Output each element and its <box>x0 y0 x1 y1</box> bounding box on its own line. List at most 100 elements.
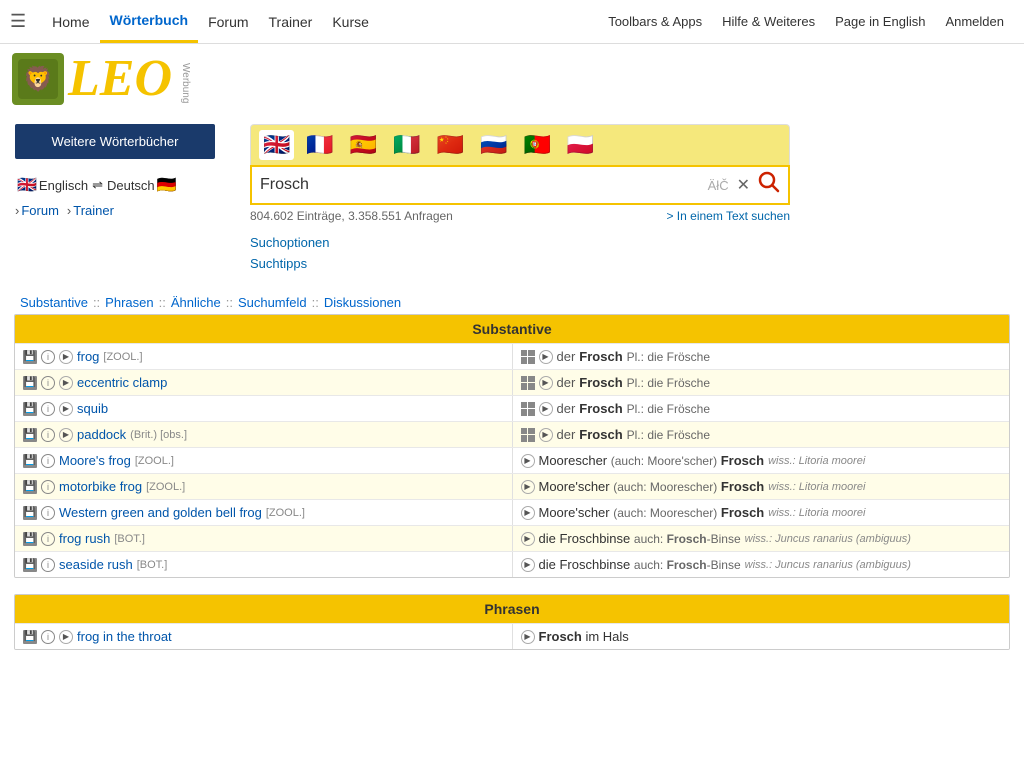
word-en[interactable]: seaside rush <box>59 557 133 572</box>
sep4: :: <box>312 295 319 310</box>
nav-hilfe[interactable]: Hilfe & Weiteres <box>712 2 825 41</box>
info-icon[interactable]: i <box>41 532 55 546</box>
language-selector: 🇬🇧 Englisch ⇌ Deutsch 🇩🇪 <box>0 171 230 199</box>
play-de-icon[interactable]: ▶ <box>539 402 553 416</box>
nav-woerterbuch[interactable]: Wörterbuch <box>100 0 199 43</box>
play-de-icon[interactable]: ▶ <box>521 506 535 520</box>
lang-from: Englisch <box>39 178 88 193</box>
save-icon[interactable]: 💾 <box>23 630 37 644</box>
suchtipps-link[interactable]: Suchtipps <box>250 256 1004 271</box>
top-navigation: ☰ Home Wörterbuch Forum Trainer Kurse To… <box>0 0 1024 44</box>
info-icon[interactable]: i <box>41 454 55 468</box>
word-en[interactable]: eccentric clamp <box>77 375 167 390</box>
play-icon[interactable]: ▶ <box>59 376 73 390</box>
play-de-icon[interactable]: ▶ <box>521 454 535 468</box>
cell-de: ▶ die Froschbinse auch: Frosch-Binse wis… <box>513 526 1010 551</box>
word-en[interactable]: frog in the throat <box>77 629 172 644</box>
cell-en: 💾 i Western green and golden bell frog [… <box>15 500 513 525</box>
flag-tab-ru[interactable]: 🇷🇺 <box>476 130 511 160</box>
info-icon[interactable]: i <box>41 402 55 416</box>
flag-tab-it[interactable]: 🇮🇹 <box>389 130 424 160</box>
save-icon[interactable]: 💾 <box>23 506 37 520</box>
suchoptionen-link[interactable]: Suchoptionen <box>250 235 1004 250</box>
info-icon[interactable]: i <box>41 630 55 644</box>
word-tag: [ZOOL.] <box>103 351 142 363</box>
play-icon[interactable]: ▶ <box>59 402 73 416</box>
flag-tab-fr[interactable]: 🇫🇷 <box>302 130 337 160</box>
plural-de: Pl.: die Frösche <box>627 350 710 364</box>
word-en[interactable]: frog rush <box>59 531 110 546</box>
nav-kurse[interactable]: Kurse <box>322 2 379 42</box>
info-icon[interactable]: i <box>41 428 55 442</box>
nav-forum[interactable]: Forum <box>198 2 258 42</box>
info-icon[interactable]: i <box>41 376 55 390</box>
grid-icon[interactable] <box>521 402 535 416</box>
in-text-link[interactable]: > In einem Text suchen <box>666 209 790 223</box>
table-row: 💾 i ▶ eccentric clamp ▶ der Frosch Pl.: … <box>15 369 1009 395</box>
nav-anmelden[interactable]: Anmelden <box>935 2 1014 41</box>
word-tag: [ZOOL.] <box>266 507 305 519</box>
play-icon[interactable]: ▶ <box>59 428 73 442</box>
swap-icon[interactable]: ⇌ <box>92 177 103 193</box>
flag-tab-pt[interactable]: 🇵🇹 <box>519 130 554 160</box>
nav-english[interactable]: Page in English <box>825 2 935 41</box>
search-area: 🇬🇧 🇫🇷 🇪🇸 🇮🇹 🇨🇳 🇷🇺 🇵🇹 🇵🇱 ÄłČ ✕ 804.602 Ei… <box>230 114 1024 287</box>
save-icon[interactable]: 💾 <box>23 376 37 390</box>
word-en[interactable]: squib <box>77 401 108 416</box>
nav-home[interactable]: Home <box>42 2 99 42</box>
cell-de: ▶ Moorescher (auch: Moore'scher) Frosch … <box>513 448 1010 473</box>
info-icon[interactable]: i <box>41 558 55 572</box>
cell-de: ▶ der Frosch Pl.: die Frösche <box>513 370 1010 395</box>
word-en[interactable]: motorbike frog <box>59 479 142 494</box>
word-en[interactable]: frog <box>77 349 99 364</box>
word-en[interactable]: Moore's frog <box>59 453 131 468</box>
save-icon[interactable]: 💾 <box>23 350 37 364</box>
word-en[interactable]: paddock <box>77 427 126 442</box>
grid-icon[interactable] <box>521 376 535 390</box>
hamburger-menu[interactable]: ☰ <box>10 11 26 32</box>
tab-suchumfeld[interactable]: Suchumfeld <box>238 295 307 310</box>
word-en[interactable]: Western green and golden bell frog <box>59 505 262 520</box>
flag-tab-cn[interactable]: 🇨🇳 <box>433 130 468 160</box>
search-input[interactable] <box>260 176 708 194</box>
play-de-icon[interactable]: ▶ <box>521 532 535 546</box>
save-icon[interactable]: 💾 <box>23 402 37 416</box>
info-icon[interactable]: i <box>41 480 55 494</box>
tab-aehnliche[interactable]: Ähnliche <box>171 295 221 310</box>
save-icon[interactable]: 💾 <box>23 454 37 468</box>
sep3: :: <box>226 295 233 310</box>
nav-trainer[interactable]: Trainer <box>259 2 323 42</box>
info-icon[interactable]: i <box>41 506 55 520</box>
play-de-icon[interactable]: ▶ <box>539 350 553 364</box>
save-icon[interactable]: 💾 <box>23 532 37 546</box>
play-de-icon[interactable]: ▶ <box>539 376 553 390</box>
play-icon[interactable]: ▶ <box>59 350 73 364</box>
atc-button[interactable]: ÄłČ <box>708 178 729 193</box>
tab-substantive[interactable]: Substantive <box>20 295 88 310</box>
save-icon[interactable]: 💾 <box>23 480 37 494</box>
play-de-icon[interactable]: ▶ <box>521 630 535 644</box>
play-de-icon[interactable]: ▶ <box>539 428 553 442</box>
nav-toolbars[interactable]: Toolbars & Apps <box>598 2 712 41</box>
tab-diskussionen[interactable]: Diskussionen <box>324 295 401 310</box>
info-icon[interactable]: i <box>41 350 55 364</box>
main-content: Weitere Wörterbücher 🇬🇧 Englisch ⇌ Deuts… <box>0 114 1024 287</box>
grid-icon[interactable] <box>521 350 535 364</box>
save-icon[interactable]: 💾 <box>23 428 37 442</box>
flag-uk: 🇬🇧 <box>17 175 37 195</box>
tab-phrasen[interactable]: Phrasen <box>105 295 153 310</box>
substantive-table: Substantive 💾 i ▶ frog [ZOOL.] ▶ der Fro… <box>14 314 1010 578</box>
flag-tab-pl[interactable]: 🇵🇱 <box>563 130 598 160</box>
sub-nav-trainer[interactable]: Trainer <box>73 203 114 218</box>
flag-tab-es[interactable]: 🇪🇸 <box>346 130 381 160</box>
weitere-woerterbucher-button[interactable]: Weitere Wörterbücher <box>15 124 215 159</box>
flag-tab-en[interactable]: 🇬🇧 <box>259 130 294 160</box>
clear-button[interactable]: ✕ <box>737 175 750 195</box>
search-button[interactable] <box>758 171 780 199</box>
play-icon[interactable]: ▶ <box>59 630 73 644</box>
sub-nav-forum[interactable]: Forum <box>21 203 59 218</box>
play-de-icon[interactable]: ▶ <box>521 558 535 572</box>
play-de-icon[interactable]: ▶ <box>521 480 535 494</box>
grid-icon[interactable] <box>521 428 535 442</box>
save-icon[interactable]: 💾 <box>23 558 37 572</box>
